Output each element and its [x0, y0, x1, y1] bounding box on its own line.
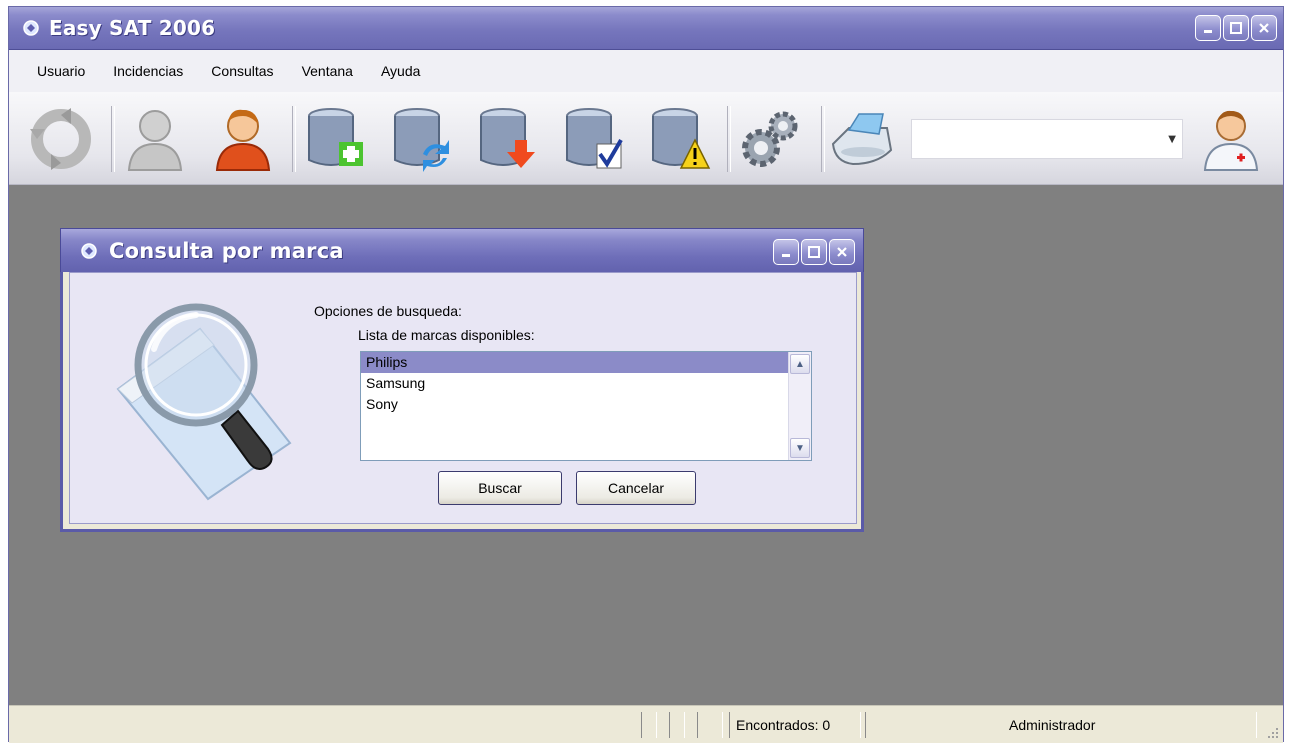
database-sync-icon[interactable]	[387, 104, 455, 174]
dialog-body: Opciones de busqueda: Lista de marcas di…	[69, 272, 857, 524]
cancel-button[interactable]: Cancelar	[576, 471, 696, 505]
status-panel	[669, 712, 685, 738]
database-check-icon[interactable]	[559, 104, 627, 174]
printer-icon[interactable]	[827, 104, 895, 174]
refresh-icon[interactable]	[27, 104, 95, 174]
dialog-titlebar[interactable]: Consulta por marca	[60, 228, 864, 272]
resize-grip-icon[interactable]	[1265, 725, 1279, 739]
menu-ayuda[interactable]: Ayuda	[381, 63, 420, 79]
vertical-scrollbar[interactable]: ▲ ▼	[788, 352, 811, 460]
toolbar-combo[interactable]: ▼	[911, 119, 1183, 159]
status-panel	[641, 712, 657, 738]
database-warning-icon[interactable]	[645, 104, 713, 174]
list-item[interactable]: Philips	[361, 352, 811, 373]
status-found: Encontrados: 0	[736, 717, 831, 733]
menu-usuario[interactable]: Usuario	[37, 63, 85, 79]
maximize-icon	[808, 246, 820, 258]
menu-incidencias[interactable]: Incidencias	[113, 63, 183, 79]
search-options-label: Opciones de busqueda:	[314, 303, 462, 319]
list-item[interactable]: Sony	[361, 394, 811, 415]
brand-list-label: Lista de marcas disponibles:	[358, 327, 535, 343]
app-title: Easy SAT 2006	[49, 16, 216, 40]
minimize-icon	[782, 254, 790, 257]
database-download-icon[interactable]	[473, 104, 541, 174]
menu-ventana[interactable]: Ventana	[302, 63, 353, 79]
doctor-user-icon[interactable]	[1197, 104, 1265, 174]
magnifier-icon	[116, 303, 292, 501]
status-panel	[697, 712, 723, 738]
minimize-button[interactable]	[1195, 15, 1221, 41]
menu-bar: Usuario Incidencias Consultas Ventana Ay…	[9, 50, 1283, 92]
dialog-close-button[interactable]	[829, 239, 855, 265]
scroll-down-button[interactable]: ▼	[790, 438, 810, 458]
database-add-icon[interactable]	[301, 104, 369, 174]
list-item[interactable]: Samsung	[361, 373, 811, 394]
maximize-icon	[1230, 22, 1242, 34]
dialog-minimize-button[interactable]	[773, 239, 799, 265]
close-icon	[1259, 23, 1269, 33]
main-titlebar[interactable]: Easy SAT 2006	[9, 7, 1283, 50]
chevron-down-icon[interactable]: ▼	[1168, 134, 1176, 145]
consulta-dialog: Consulta por marca Opciones de busqueda:…	[60, 228, 864, 532]
menu-consultas[interactable]: Consultas	[211, 63, 273, 79]
close-button[interactable]	[1251, 15, 1277, 41]
scroll-up-button[interactable]: ▲	[790, 354, 810, 374]
dialog-maximize-button[interactable]	[801, 239, 827, 265]
search-button[interactable]: Buscar	[438, 471, 562, 505]
maximize-button[interactable]	[1223, 15, 1249, 41]
app-icon	[81, 243, 97, 259]
user-orange-icon[interactable]	[209, 104, 277, 174]
status-bar: Encontrados: 0 Administrador	[9, 705, 1283, 743]
chevron-up-icon: ▲	[795, 358, 805, 370]
brand-listbox[interactable]: Philips Samsung Sony ▲ ▼	[360, 351, 812, 461]
minimize-icon	[1204, 30, 1212, 33]
status-user: Administrador	[1009, 717, 1096, 733]
close-icon	[837, 247, 847, 257]
chevron-down-icon: ▼	[795, 442, 805, 454]
app-icon	[23, 20, 39, 36]
user-gray-icon[interactable]	[121, 104, 189, 174]
dialog-title: Consulta por marca	[109, 239, 344, 263]
gears-icon[interactable]	[735, 104, 803, 174]
